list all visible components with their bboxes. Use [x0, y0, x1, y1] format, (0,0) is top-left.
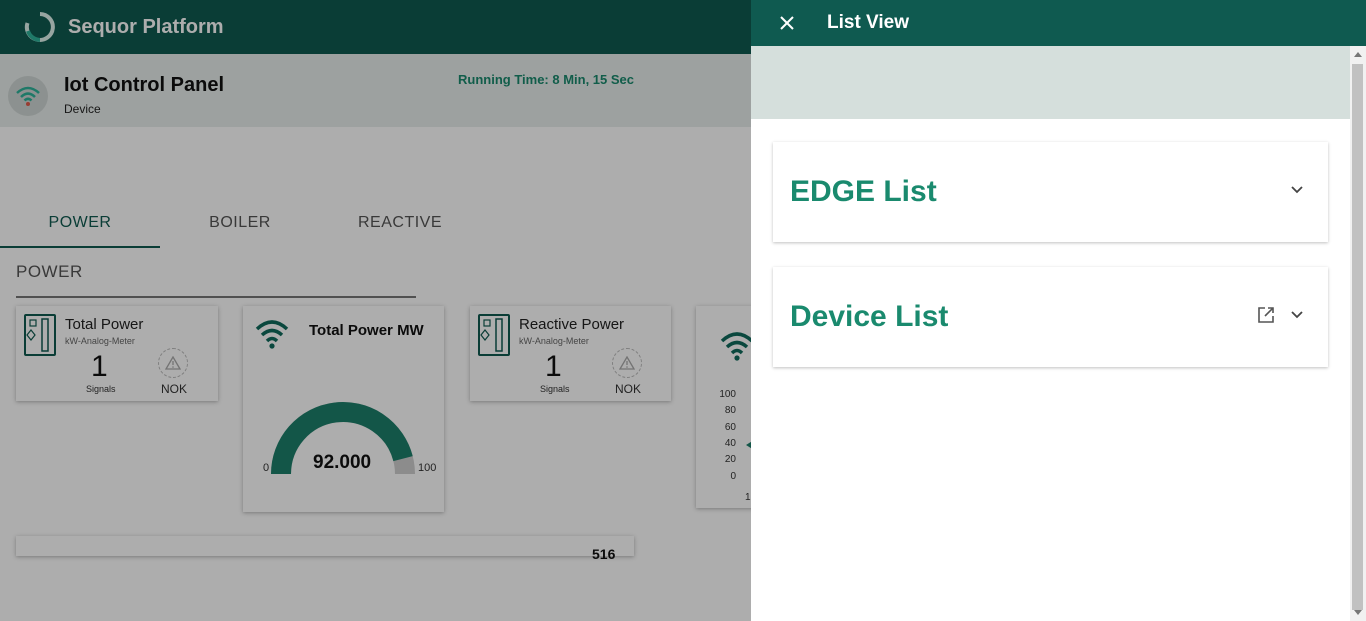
scroll-up-icon[interactable] [1350, 46, 1366, 62]
chevron-down-icon[interactable] [1287, 305, 1307, 325]
device-list-title: Device List [790, 300, 949, 333]
drawer-band [751, 46, 1350, 119]
drawer-header: List View [751, 0, 1366, 46]
edge-list-title: EDGE List [790, 175, 937, 208]
scroll-down-icon[interactable] [1350, 605, 1366, 621]
modal-backdrop[interactable] [0, 0, 751, 621]
drawer-body: EDGE List Device List [751, 119, 1350, 621]
chevron-down-icon[interactable] [1287, 180, 1307, 200]
edge-list-panel[interactable]: EDGE List [773, 142, 1328, 242]
open-in-new-icon[interactable] [1255, 304, 1277, 326]
scrollbar[interactable] [1350, 46, 1366, 621]
scrollbar-thumb[interactable] [1352, 64, 1363, 610]
list-view-drawer: List View EDGE List Device List [751, 0, 1366, 621]
close-icon[interactable] [775, 11, 799, 35]
device-list-panel[interactable]: Device List [773, 267, 1328, 367]
drawer-title: List View [827, 12, 910, 33]
